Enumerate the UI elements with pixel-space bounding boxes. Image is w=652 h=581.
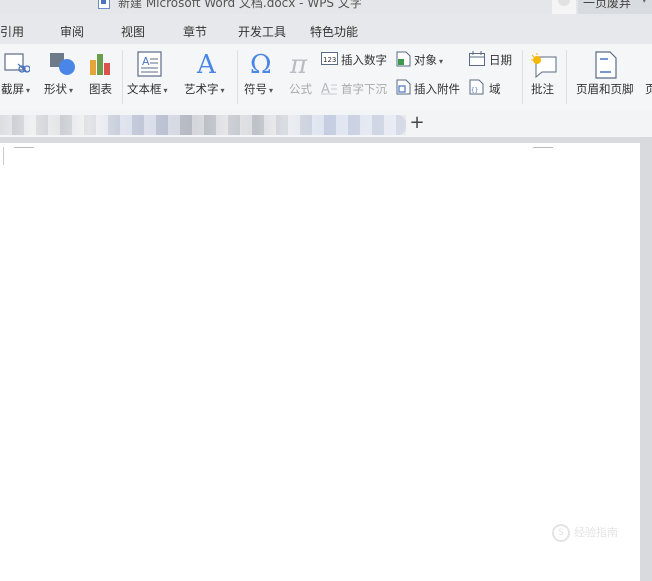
symbol-button[interactable]: Ω 符号 ▾ [242,44,284,110]
watermark: S 经验指南 [552,524,618,542]
textbox-icon: A [137,51,162,77]
document-page[interactable] [0,143,640,581]
drop-cap-icon: A [321,82,337,95]
shapes-icon [50,53,75,75]
object-label: 对象 [414,53,437,67]
date-button[interactable]: 日期 [468,50,518,70]
chevron-down-icon: ▾ [26,86,31,95]
shapes-button[interactable]: 形状 ▾ [42,44,82,110]
attachment-icon [396,79,411,95]
tab-special-features[interactable]: 特色功能 [310,23,358,40]
field-label: 域 [489,82,501,96]
textbox-label: 文本框 [127,82,162,96]
screenshot-icon [4,53,30,73]
document-tab-strip [0,110,652,137]
chart-label: 图表 [89,82,112,96]
user-name: 一页废弃 [583,0,632,10]
ribbon-separator [522,50,523,104]
field-button[interactable]: {} 域 [468,78,512,98]
calendar-icon [469,51,485,66]
tab-review[interactable]: 审阅 [60,23,84,40]
omega-icon: Ω [250,50,272,78]
comment-icon [531,53,557,78]
svg-text:A: A [142,55,150,68]
window-title: 新建 Microsoft Word 文档.docx - WPS 文字 [118,0,362,10]
screenshot-button[interactable]: 截屏 ▾ [0,44,40,110]
insert-number-label: 插入数字 [341,53,387,67]
svg-text:Ω: Ω [250,50,272,78]
header-footer-label: 页眉和页脚 [576,82,634,96]
tab-references[interactable]: 引用 [0,23,24,40]
svg-text:A: A [321,82,330,95]
margin-mark-left [14,140,34,148]
margin-mark-left-vertical [0,147,4,165]
chevron-down-icon: ▾ [69,86,74,95]
ribbon-separator [237,50,238,104]
drop-cap-button[interactable]: A 首字下沉 [320,78,392,98]
ribbon-overflow-item[interactable]: 页 [645,81,652,97]
watermark-text: 经验指南 [574,526,618,539]
wordart-label: 艺术字 [184,82,219,96]
textbox-button[interactable]: A 文本框 ▾ [125,44,177,110]
tab-developer[interactable]: 开发工具 [238,23,286,40]
pi-icon: π [289,50,308,78]
chevron-down-icon: ▾ [439,57,444,66]
object-button[interactable]: 对象 ▾ [395,50,453,70]
chevron-down-icon: ▾ [220,86,225,95]
chart-button[interactable]: 图表 [86,44,120,110]
field-icon: {} [469,79,484,95]
formula-label: 公式 [289,82,312,96]
chevron-down-icon: ▾ [269,86,274,95]
ribbon-separator [566,50,567,104]
screenshot-label: 截屏 [1,82,24,96]
user-avatar[interactable] [552,0,576,14]
number-box-icon: 123 [321,52,338,65]
comment-label: 批注 [531,82,554,96]
insert-number-button[interactable]: 123 插入数字 [320,50,392,70]
symbol-label: 符号 [244,82,267,96]
drop-cap-label: 首字下沉 [341,82,387,96]
ribbon-separator [122,50,123,104]
object-icon [396,51,411,67]
header-footer-button[interactable]: 页眉和页脚 [574,44,640,110]
svg-text:A: A [196,50,217,78]
chart-icon [90,54,110,75]
ribbon-toolbar: 截屏 ▾ 形状 ▾ 图表 A 文本框 ▾ A 艺术字 ▾ Ω 符号 ▾ π 公式… [0,44,652,111]
wps-document-icon [98,0,110,9]
comment-button[interactable]: 批注 [526,44,562,110]
insert-attachment-button[interactable]: 插入附件 [395,78,467,98]
chevron-down-icon[interactable]: ▾ [642,0,647,6]
new-tab-button[interactable]: + [409,113,425,133]
formula-button[interactable]: π 公式 [285,44,319,110]
wordart-icon: A [196,50,217,78]
document-tab-blurred[interactable] [0,115,406,135]
tab-section[interactable]: 章节 [183,23,207,40]
svg-text:123: 123 [323,56,336,64]
date-label: 日期 [489,53,512,67]
insert-attachment-label: 插入附件 [414,82,460,96]
wordart-button[interactable]: A 艺术字 ▾ [181,44,233,110]
margin-mark-right [533,140,553,148]
header-footer-icon [595,51,617,79]
tab-view[interactable]: 视图 [121,23,145,40]
title-bar: 新建 Microsoft Word 文档.docx - WPS 文字 一页废弃 … [0,0,652,14]
shapes-label: 形状 [44,82,67,96]
menu-bar: 引用 审阅 视图 章节 开发工具 特色功能 [0,14,652,44]
svg-text:π: π [289,50,308,78]
watermark-logo-icon: S [552,524,570,542]
svg-text:{}: {} [471,87,478,94]
chevron-down-icon: ▾ [163,86,168,95]
